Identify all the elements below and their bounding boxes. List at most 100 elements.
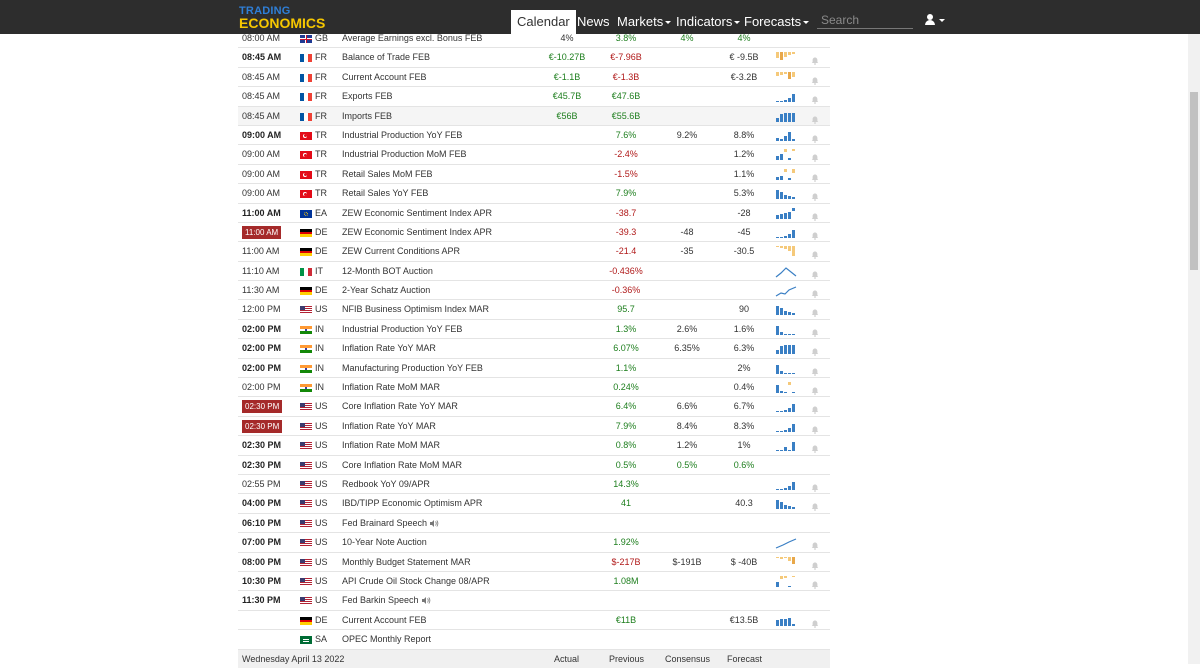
sparkline-chart[interactable] bbox=[775, 148, 797, 161]
bell-icon[interactable] bbox=[811, 209, 819, 221]
bell-icon[interactable] bbox=[811, 422, 819, 434]
calendar-row[interactable]: 02:30 PM US Inflation Rate YoY MAR 7.9% 8.4%… bbox=[238, 417, 830, 437]
sparkline-chart[interactable] bbox=[775, 575, 797, 588]
bell-icon[interactable] bbox=[811, 558, 819, 570]
event-link[interactable]: ZEW Economic Sentiment Index APR bbox=[342, 223, 492, 242]
bell-icon[interactable] bbox=[811, 92, 819, 105]
event-link[interactable]: Balance of Trade FEB bbox=[342, 48, 430, 67]
event-link[interactable]: Industrial Production YoY FEB bbox=[342, 320, 462, 339]
calendar-row[interactable]: 09:00 AM TR Industrial Production YoY FEB 7… bbox=[238, 126, 830, 146]
bell-icon[interactable] bbox=[811, 267, 819, 279]
bell-icon[interactable] bbox=[811, 480, 819, 492]
bell-icon[interactable] bbox=[811, 73, 819, 85]
calendar-row[interactable]: 07:00 PM US 10-Year Note Auction 1.92% bbox=[238, 533, 830, 553]
sparkline-chart[interactable] bbox=[775, 362, 797, 375]
bell-icon[interactable] bbox=[811, 499, 819, 512]
event-link[interactable]: OPEC Monthly Report bbox=[342, 630, 431, 649]
calendar-row[interactable]: 08:45 AM FR Balance of Trade FEB €-10.27B €-… bbox=[238, 48, 830, 68]
calendar-row[interactable]: 06:10 PM US Fed Brainard Speech bbox=[238, 514, 830, 534]
event-link[interactable]: NFIB Business Optimism Index MAR bbox=[342, 300, 489, 319]
event-link[interactable]: Average Earnings excl. Bonus FEB bbox=[342, 29, 482, 48]
calendar-row[interactable]: 02:00 PM IN Inflation Rate YoY MAR 6.07% 6.3… bbox=[238, 339, 830, 359]
sparkline-chart[interactable] bbox=[775, 187, 797, 200]
bell-icon[interactable] bbox=[811, 325, 819, 337]
calendar-row[interactable]: SA OPEC Monthly Report bbox=[238, 630, 830, 650]
sparkline-chart[interactable] bbox=[775, 168, 797, 181]
sparkline-chart[interactable] bbox=[775, 323, 797, 336]
event-link[interactable]: Monthly Budget Statement MAR bbox=[342, 553, 471, 572]
bell-icon[interactable] bbox=[811, 228, 819, 240]
bell-icon[interactable] bbox=[811, 616, 819, 628]
event-link[interactable]: API Crude Oil Stock Change 08/APR bbox=[342, 572, 490, 591]
sparkline-chart[interactable] bbox=[775, 303, 797, 316]
bell-icon[interactable] bbox=[811, 383, 819, 395]
sparkline-chart[interactable] bbox=[775, 381, 797, 394]
search-input[interactable] bbox=[817, 11, 913, 29]
calendar-row[interactable]: 11:00 AM DE ZEW Current Conditions APR -21.… bbox=[238, 242, 830, 262]
calendar-row[interactable]: 10:30 PM US API Crude Oil Stock Change 08/… bbox=[238, 572, 830, 592]
bell-icon[interactable] bbox=[811, 344, 819, 357]
calendar-row[interactable]: 11:30 AM DE 2-Year Schatz Auction -0.36% bbox=[238, 281, 830, 301]
sparkline-chart[interactable] bbox=[775, 110, 797, 123]
calendar-row[interactable]: 11:10 AM IT 12-Month BOT Auction -0.436% bbox=[238, 262, 830, 282]
bell-icon[interactable] bbox=[811, 247, 819, 260]
calendar-row[interactable]: 11:00 AM EA ZEW Economic Sentiment Index A… bbox=[238, 204, 830, 223]
sparkline-chart[interactable] bbox=[775, 400, 797, 413]
sparkline-chart[interactable] bbox=[775, 478, 797, 491]
bell-icon[interactable] bbox=[811, 286, 819, 298]
event-link[interactable]: Retail Sales MoM FEB bbox=[342, 165, 433, 184]
calendar-row[interactable]: 09:00 AM TR Retail Sales MoM FEB -1.5% 1.1% bbox=[238, 165, 830, 185]
event-link[interactable]: ZEW Current Conditions APR bbox=[342, 242, 460, 261]
event-link[interactable]: 2-Year Schatz Auction bbox=[342, 281, 430, 300]
bell-icon[interactable] bbox=[811, 112, 819, 124]
bell-icon[interactable] bbox=[811, 402, 819, 415]
calendar-row[interactable]: 08:00 AM GB Average Earnings excl. Bonus F… bbox=[238, 29, 830, 49]
sparkline-chart[interactable] bbox=[775, 420, 797, 433]
bell-icon[interactable] bbox=[811, 150, 819, 163]
event-link[interactable]: Fed Barkin Speech bbox=[342, 591, 431, 610]
calendar-row[interactable]: 08:45 AM FR Current Account FEB €-1.1B €-1.3… bbox=[238, 68, 830, 88]
bell-icon[interactable] bbox=[811, 131, 819, 143]
event-link[interactable]: 10-Year Note Auction bbox=[342, 533, 427, 552]
calendar-row[interactable]: 08:00 PM US Monthly Budget Statement MAR $-… bbox=[238, 553, 830, 572]
bell-icon[interactable] bbox=[811, 305, 819, 318]
event-link[interactable]: Industrial Production MoM FEB bbox=[342, 145, 467, 164]
calendar-row[interactable]: 04:00 PM US IBD/TIPP Economic Optimism APR… bbox=[238, 494, 830, 514]
event-link[interactable]: Inflation Rate YoY MAR bbox=[342, 417, 436, 436]
bell-icon[interactable] bbox=[811, 577, 819, 589]
calendar-row[interactable]: DE Current Account FEB €11B €13.5B bbox=[238, 611, 830, 631]
bell-icon[interactable] bbox=[811, 364, 819, 376]
sparkline-chart[interactable] bbox=[775, 207, 797, 220]
event-link[interactable]: Inflation Rate MoM MAR bbox=[342, 436, 440, 455]
calendar-row[interactable]: 02:00 PM IN Industrial Production YoY FEB 1… bbox=[238, 320, 830, 340]
calendar-row[interactable]: 08:45 AM FR Imports FEB €56B €55.6B bbox=[238, 106, 830, 126]
bell-icon[interactable] bbox=[811, 170, 819, 182]
scrollbar-thumb[interactable] bbox=[1190, 92, 1198, 270]
sparkline-chart[interactable] bbox=[775, 284, 797, 297]
event-link[interactable]: ZEW Economic Sentiment Index APR bbox=[342, 204, 492, 223]
calendar-row[interactable]: 02:30 PM US Core Inflation Rate MoM MAR 0.5… bbox=[238, 456, 830, 475]
bell-icon[interactable] bbox=[811, 189, 819, 202]
calendar-row[interactable]: 12:00 PM US NFIB Business Optimism Index M… bbox=[238, 300, 830, 320]
calendar-row[interactable]: 02:30 PM US Core Inflation Rate YoY MAR 6.4… bbox=[238, 397, 830, 417]
sparkline-chart[interactable] bbox=[775, 226, 797, 239]
page-scrollbar[interactable] bbox=[1188, 34, 1200, 664]
sparkline-chart[interactable] bbox=[775, 129, 797, 142]
event-link[interactable]: Current Account FEB bbox=[342, 68, 427, 87]
event-link[interactable]: Core Inflation Rate MoM MAR bbox=[342, 456, 462, 475]
event-link[interactable]: Industrial Production YoY FEB bbox=[342, 126, 462, 145]
calendar-row[interactable]: 09:00 AM TR Retail Sales YoY FEB 7.9% 5.3% bbox=[238, 184, 830, 204]
bell-icon[interactable] bbox=[811, 538, 819, 551]
sparkline-chart[interactable] bbox=[775, 497, 797, 510]
bell-icon[interactable] bbox=[811, 53, 819, 66]
event-link[interactable]: Manufacturing Production YoY FEB bbox=[342, 359, 483, 378]
calendar-row[interactable]: 09:00 AM TR Industrial Production MoM FEB -… bbox=[238, 145, 830, 165]
event-link[interactable]: Current Account FEB bbox=[342, 611, 427, 630]
bell-icon[interactable] bbox=[811, 441, 819, 454]
calendar-row[interactable]: 02:00 PM IN Manufacturing Production YoY F… bbox=[238, 359, 830, 379]
sparkline-chart[interactable] bbox=[775, 439, 797, 452]
sparkline-chart[interactable] bbox=[775, 51, 797, 64]
calendar-row[interactable]: 02:30 PM US Inflation Rate MoM MAR 0.8% 1.2%… bbox=[238, 436, 830, 456]
event-link[interactable]: Exports FEB bbox=[342, 87, 393, 106]
event-link[interactable]: IBD/TIPP Economic Optimism APR bbox=[342, 494, 482, 513]
